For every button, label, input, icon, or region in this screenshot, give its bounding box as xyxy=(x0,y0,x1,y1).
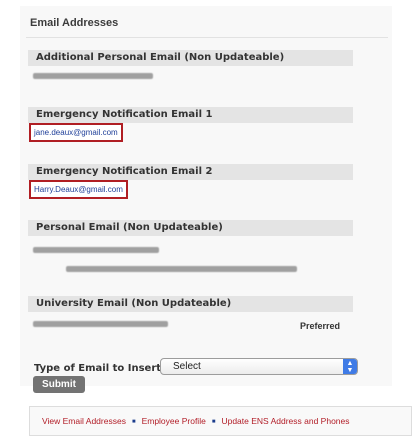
nav-links: View Email Addresses ■ Employee Profile ■ Up… xyxy=(42,416,350,426)
field-label-university-email: University Email (Non Updateable) xyxy=(36,298,232,309)
nav-link-view-email-addresses[interactable]: View Email Addresses xyxy=(42,416,126,426)
nav-separator-icon: ■ xyxy=(211,419,216,425)
field-label-additional-personal-email: Additional Personal Email (Non Updateabl… xyxy=(36,52,285,63)
nav-link-employee-profile[interactable]: Employee Profile xyxy=(142,416,206,426)
preferred-badge: Preferred xyxy=(300,321,341,331)
email-type-select-value: Select xyxy=(173,361,201,372)
field-label-personal-email: Personal Email (Non Updateable) xyxy=(36,222,223,233)
bottom-nav: View Email Addresses ■ Employee Profile ■ Up… xyxy=(29,406,412,436)
field-label-emergency-email-2: Emergency Notification Email 2 xyxy=(36,166,213,177)
redacted-additional-personal-email xyxy=(33,73,153,79)
page-title: Email Addresses xyxy=(30,17,119,29)
email-type-label: Type of Email to Insert: xyxy=(34,363,166,374)
nav-separator-icon: ■ xyxy=(131,419,136,425)
title-divider xyxy=(26,37,388,38)
field-label-emergency-email-1: Emergency Notification Email 1 xyxy=(36,109,213,120)
emergency-email-2-value: Harry.Deaux@gmail.com xyxy=(29,180,128,199)
redacted-personal-email-2 xyxy=(66,266,297,272)
redacted-personal-email-1 xyxy=(33,247,159,253)
nav-link-update-ens[interactable]: Update ENS Address and Phones xyxy=(221,416,349,426)
select-arrows-icon: ▲ ▼ xyxy=(343,359,357,374)
submit-button[interactable]: Submit xyxy=(33,376,85,393)
redacted-university-email xyxy=(33,321,168,327)
email-type-select[interactable]: Select ▲ ▼ xyxy=(160,358,358,375)
emergency-email-1-value: jane.deaux@gmail.com xyxy=(29,123,123,142)
